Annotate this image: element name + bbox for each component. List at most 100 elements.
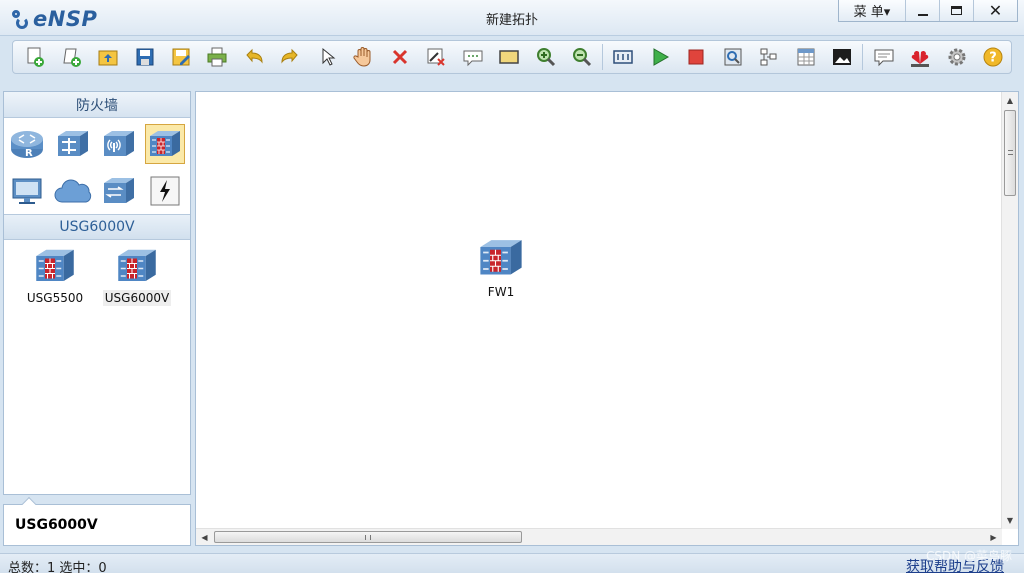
capture-icon (724, 48, 742, 66)
device-usg5500[interactable]: USG5500 (14, 246, 96, 306)
grid-button[interactable] (788, 42, 824, 72)
help-icon: ? (983, 47, 1003, 67)
stop-button[interactable] (678, 42, 714, 72)
menu-button[interactable]: 菜 单▾ (839, 0, 905, 21)
window-controls: 菜 单▾ ✕ (838, 0, 1018, 22)
grid-icon (797, 48, 815, 66)
category-title: 防火墙 (4, 92, 190, 118)
description-pointer (21, 496, 37, 512)
other-device-icon (104, 178, 134, 203)
forum-icon (874, 49, 894, 67)
rectangle-icon (499, 50, 519, 64)
firewall-icon (480, 240, 522, 275)
category-cable[interactable] (142, 168, 188, 214)
huawei-button[interactable] (902, 42, 938, 72)
new-topology-button[interactable] (17, 42, 53, 72)
capture-button[interactable] (715, 42, 751, 72)
watermark: CSDN @菜鸟豚 (925, 549, 1012, 563)
delete-link-button[interactable] (418, 42, 454, 72)
cloud-icon (54, 179, 92, 203)
scroll-left-icon[interactable]: ◀ (196, 529, 213, 546)
hand-icon (353, 47, 371, 67)
pc-icon (12, 178, 42, 204)
save-button[interactable] (126, 42, 162, 72)
vertical-scroll-thumb[interactable] (1004, 110, 1016, 196)
device-list: USG5500 USG6000V (4, 240, 190, 306)
scroll-down-icon[interactable]: ▼ (1002, 512, 1018, 529)
undo-icon (246, 48, 263, 64)
topology-icon (760, 48, 777, 66)
wlan-icon (104, 131, 134, 156)
toolbar: ? (12, 40, 1012, 74)
start-icon (653, 48, 669, 66)
text-button[interactable] (454, 42, 490, 72)
save-icon (136, 48, 154, 66)
redo-button[interactable] (272, 42, 308, 72)
forum-button[interactable] (865, 42, 901, 72)
select-icon (322, 47, 336, 66)
switch-icon (58, 131, 88, 156)
device-usg6000v[interactable]: USG6000V (96, 246, 178, 306)
category-cloud[interactable] (50, 168, 96, 214)
zoom-out-icon (573, 48, 592, 67)
category-wlan[interactable] (96, 120, 142, 168)
save-as-icon (172, 48, 191, 66)
category-pc[interactable] (4, 168, 50, 214)
toolbar-separator (862, 44, 864, 70)
vertical-scrollbar[interactable]: ▲ ▼ (1001, 92, 1018, 529)
maximize-icon (951, 6, 962, 15)
rectangle-button[interactable] (491, 42, 527, 72)
topology-canvas[interactable]: FW1 ▲ ▼ ◀ ▶ (195, 91, 1019, 546)
firewall-icon (36, 249, 74, 281)
open-button[interactable] (90, 42, 126, 72)
title-bar: eNSP 新建拓扑 菜 单▾ ✕ (0, 0, 1024, 36)
cable-icon (150, 176, 180, 206)
zoom-out-button[interactable] (564, 42, 600, 72)
status-bar: 总数：1 选中：0 获取帮助与反馈 (0, 553, 1024, 573)
print-icon (207, 47, 227, 67)
horizontal-scroll-thumb[interactable] (214, 531, 522, 543)
settings-icon (948, 48, 966, 66)
redo-icon (281, 48, 299, 64)
stop-icon (688, 49, 704, 65)
scroll-up-icon[interactable]: ▲ (1002, 92, 1018, 109)
firewall-icon (150, 131, 180, 156)
category-other[interactable] (96, 168, 142, 214)
select-button[interactable] (309, 42, 345, 72)
minimize-button[interactable] (905, 0, 939, 21)
help-button[interactable]: ? (975, 42, 1011, 72)
description-text: USG6000V (15, 517, 98, 533)
fit-button[interactable] (605, 42, 641, 72)
start-button[interactable] (642, 42, 678, 72)
svg-text:?: ? (989, 51, 997, 66)
hand-button[interactable] (345, 42, 381, 72)
device-label: USG5500 (26, 291, 84, 305)
delete-link-icon (427, 48, 445, 66)
category-switch[interactable] (50, 120, 96, 168)
category-firewall[interactable] (142, 120, 188, 168)
print-button[interactable] (199, 42, 235, 72)
open-icon (98, 50, 118, 66)
fit-icon (613, 50, 634, 64)
minimize-icon (917, 13, 928, 16)
save-as-button[interactable] (163, 42, 199, 72)
zoom-in-icon (536, 48, 555, 67)
close-button[interactable]: ✕ (973, 0, 1017, 21)
scroll-right-icon[interactable]: ▶ (985, 529, 1002, 546)
delete-icon (392, 49, 407, 65)
delete-button[interactable] (382, 42, 418, 72)
maximize-button[interactable] (939, 0, 973, 21)
undo-button[interactable] (236, 42, 272, 72)
screenshot-button[interactable] (824, 42, 860, 72)
status-count: 总数：1 选中：0 (8, 561, 107, 573)
horizontal-scrollbar[interactable]: ◀ ▶ (196, 528, 1002, 545)
settings-button[interactable] (938, 42, 974, 72)
huawei-icon (911, 50, 930, 67)
text-icon (463, 50, 483, 67)
zoom-in-button[interactable] (527, 42, 563, 72)
category-router[interactable]: R (4, 120, 50, 168)
topology-button[interactable] (751, 42, 787, 72)
new-testing-button[interactable] (53, 42, 89, 72)
topology-node-fw1[interactable]: FW1 (476, 236, 526, 299)
screenshot-icon (833, 49, 852, 65)
